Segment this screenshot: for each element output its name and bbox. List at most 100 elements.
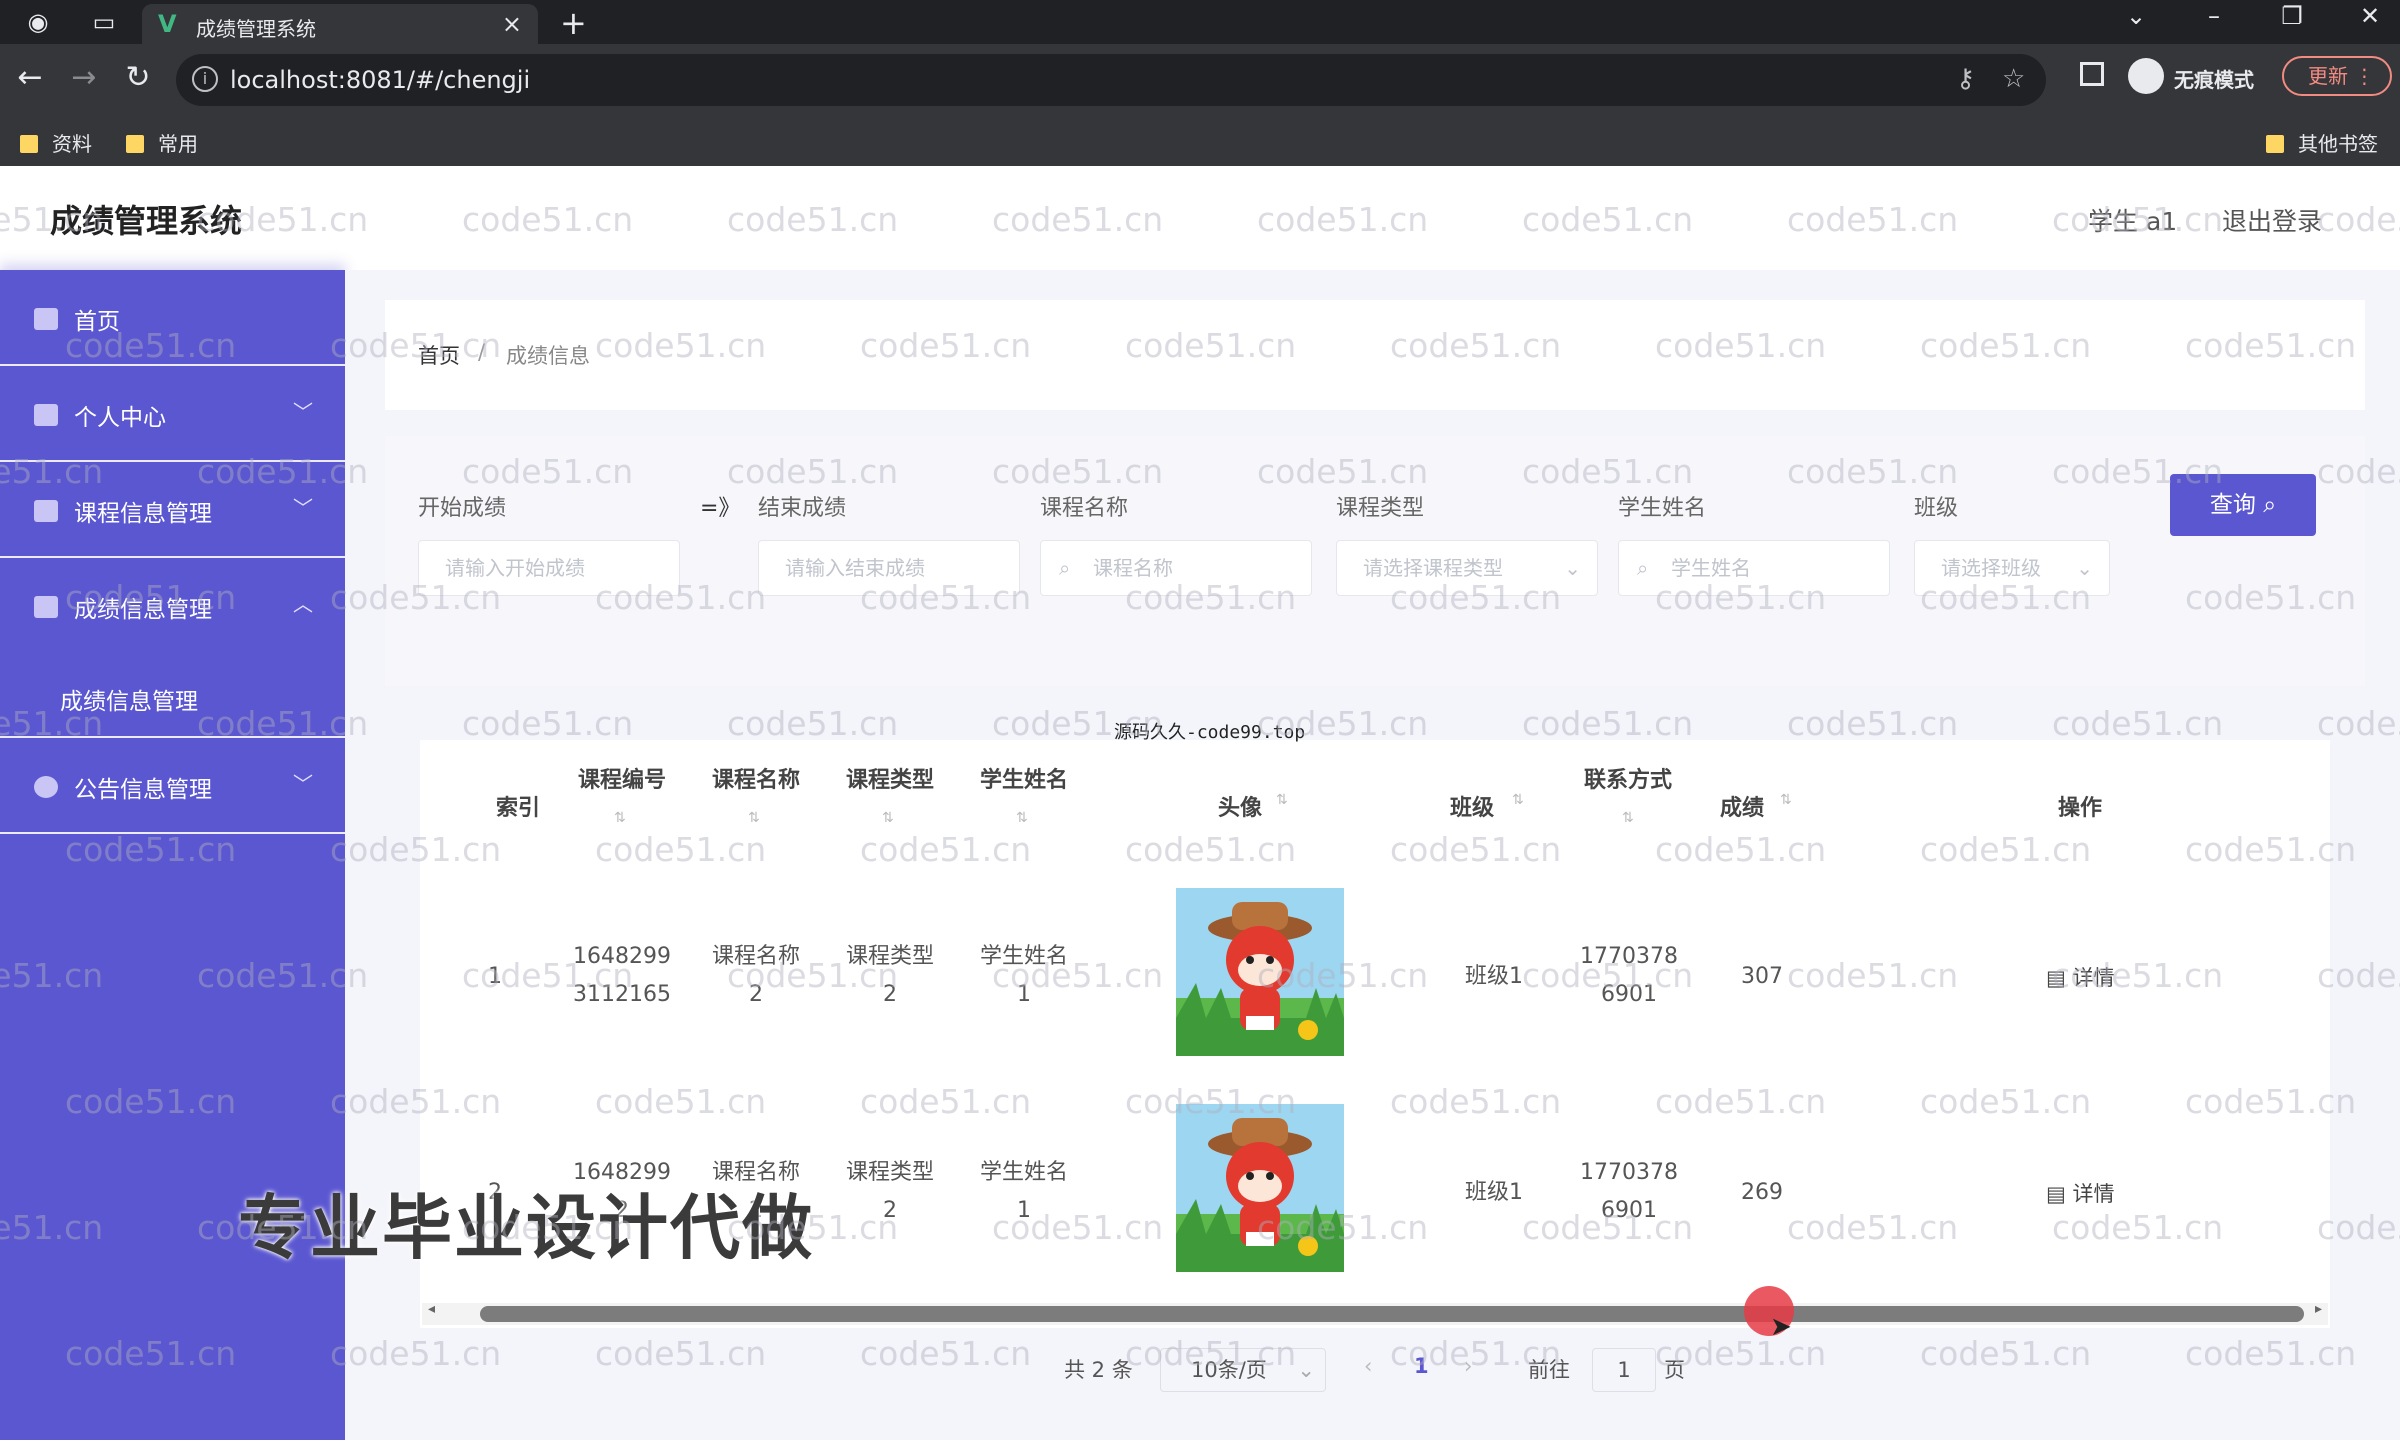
app-title: 成绩管理系统 bbox=[50, 202, 243, 240]
address-bar[interactable]: i localhost:8081/#/chengji ⚷ ☆ bbox=[176, 54, 2046, 106]
sort-icon[interactable]: ⇅ bbox=[1780, 792, 1792, 808]
col-header-avatar[interactable]: 头像 bbox=[1210, 790, 1270, 822]
browser-tab[interactable]: V 成绩管理系统 × bbox=[142, 4, 538, 44]
back-icon[interactable]: ← bbox=[10, 60, 50, 95]
folder-icon bbox=[126, 135, 144, 153]
query-button[interactable]: 查询 ⌕ bbox=[2170, 474, 2316, 536]
current-user: 学生 a1 bbox=[2088, 207, 2178, 236]
update-button[interactable]: 更新 ⋮ bbox=[2282, 56, 2392, 96]
scroll-left-icon[interactable]: ◂ bbox=[428, 1301, 435, 1317]
forward-icon[interactable]: → bbox=[64, 60, 104, 95]
sidebar-item-course[interactable]: 课程信息管理 ﹀ bbox=[0, 462, 345, 558]
chevron-down-icon: ﹀ bbox=[293, 496, 313, 520]
goto-label: 前往 bbox=[1528, 1358, 1570, 1382]
scrollbar-thumb[interactable] bbox=[480, 1306, 2304, 1322]
col-header-index: 索引 bbox=[495, 796, 540, 821]
new-tab-icon[interactable]: + bbox=[560, 4, 587, 42]
incognito-icon bbox=[2128, 58, 2164, 94]
reload-icon[interactable]: ↻ bbox=[118, 60, 158, 95]
home-icon bbox=[34, 308, 58, 330]
restore-icon[interactable]: ❐ bbox=[2272, 2, 2312, 30]
col-header-course-code[interactable]: 课程编号 bbox=[566, 762, 678, 794]
mouse-cursor-icon: ➤ bbox=[1770, 1312, 1792, 1342]
bookmark-folder-2[interactable]: 常用 bbox=[126, 128, 198, 157]
cell-score: 307 bbox=[1741, 964, 1783, 989]
grades-icon bbox=[34, 596, 58, 618]
tab-list-icon[interactable]: ⌄ bbox=[2116, 2, 2156, 30]
page-size-select[interactable]: 10条/页 ⌄ bbox=[1160, 1348, 1326, 1392]
sidebar-item-home[interactable]: 首页 bbox=[0, 270, 345, 366]
detail-button[interactable]: ▤ 详情 bbox=[2046, 962, 2115, 992]
sidebar-item-notice[interactable]: 公告信息管理 ﹀ bbox=[0, 738, 345, 834]
col-header-contact[interactable]: 联系方式 bbox=[1570, 762, 1686, 794]
incognito-label: 无痕模式 bbox=[2174, 68, 2254, 92]
cell-course-type: 课程类型 2 bbox=[845, 1160, 934, 1223]
chevron-down-icon: ⌄ bbox=[2076, 556, 2093, 580]
col-header-score[interactable]: 成绩 bbox=[1712, 790, 1772, 822]
scroll-right-icon[interactable]: ▸ bbox=[2315, 1301, 2322, 1317]
col-header-student-name[interactable]: 学生姓名 bbox=[968, 762, 1080, 794]
page-suffix: 页 bbox=[1664, 1358, 1685, 1382]
pagination-total: 共 2 条 bbox=[1064, 1358, 1133, 1382]
course-name-placeholder: 课程名称 bbox=[1093, 556, 1173, 580]
sort-icon[interactable]: ⇅ bbox=[614, 810, 626, 826]
browser-menu-icon[interactable]: ◉ bbox=[24, 8, 52, 36]
sort-icon[interactable]: ⇅ bbox=[1512, 792, 1524, 808]
side-panel-icon[interactable] bbox=[2080, 62, 2104, 86]
end-score-input[interactable]: 请输入结束成绩 bbox=[758, 540, 1020, 596]
chevron-down-icon: ﹀ bbox=[293, 772, 313, 796]
horizontal-scrollbar[interactable]: ◂ ▸ bbox=[422, 1301, 2328, 1325]
student-name-input[interactable]: ⌕ 学生姓名 bbox=[1618, 540, 1890, 596]
logout-link[interactable]: 退出登录 bbox=[2222, 202, 2322, 238]
password-key-icon[interactable]: ⚷ bbox=[1956, 64, 1975, 94]
sort-icon[interactable]: ⇅ bbox=[882, 810, 894, 826]
site-info-icon[interactable]: i bbox=[192, 66, 218, 92]
minimize-icon[interactable]: – bbox=[2194, 2, 2234, 30]
start-score-input[interactable]: 请输入开始成绩 bbox=[418, 540, 680, 596]
range-arrow: =》 bbox=[700, 496, 741, 521]
close-tab-icon[interactable]: × bbox=[502, 10, 522, 38]
sort-icon[interactable]: ⇅ bbox=[748, 810, 760, 826]
sort-icon[interactable]: ⇅ bbox=[1276, 792, 1288, 808]
goto-page-input[interactable]: 1 bbox=[1592, 1348, 1656, 1392]
search-icon: ⌕ bbox=[1637, 556, 1649, 580]
sort-icon[interactable]: ⇅ bbox=[1016, 810, 1028, 826]
cell-score: 269 bbox=[1741, 1180, 1783, 1205]
course-name-input[interactable]: ⌕ 课程名称 bbox=[1040, 540, 1312, 596]
class-placeholder: 请选择班级 bbox=[1941, 556, 2041, 580]
sort-icon[interactable]: ⇅ bbox=[1622, 810, 1634, 826]
tab-search-icon[interactable]: ▭ bbox=[90, 8, 118, 36]
sidebar-item-label: 首页 bbox=[74, 309, 120, 335]
col-header-actions: 操作 bbox=[2057, 796, 2102, 821]
bookmark-folder-1[interactable]: 资料 bbox=[20, 128, 92, 157]
search-icon: ⌕ bbox=[2263, 492, 2277, 518]
breadcrumb-current: 成绩信息 bbox=[506, 344, 590, 368]
next-page-icon[interactable]: › bbox=[1464, 1354, 1472, 1378]
bookmark-star-icon[interactable]: ☆ bbox=[2002, 64, 2025, 94]
sidebar-item-personal[interactable]: 个人中心 ﹀ bbox=[0, 366, 345, 462]
course-type-select[interactable]: 请选择课程类型 ⌄ bbox=[1336, 540, 1598, 596]
submenu-item-grades[interactable]: 成绩信息管理 bbox=[0, 654, 345, 738]
col-header-course-name[interactable]: 课程名称 bbox=[700, 762, 812, 794]
sidebar-item-grades[interactable]: 成绩信息管理 ︿ bbox=[0, 558, 345, 654]
other-bookmarks[interactable]: 其他书签 bbox=[2266, 128, 2378, 157]
prev-page-icon[interactable]: ‹ bbox=[1364, 1354, 1372, 1378]
cell-class: 班级1 bbox=[1465, 964, 1523, 989]
chevron-up-icon: ︿ bbox=[293, 592, 313, 616]
col-header-course-type[interactable]: 课程类型 bbox=[834, 762, 946, 794]
page-number-current[interactable]: 1 bbox=[1414, 1354, 1429, 1378]
cell-student-name: 学生姓名 1 bbox=[979, 944, 1068, 1007]
bookmarks-bar: 资料 常用 其他书签 bbox=[0, 116, 2400, 166]
col-header-class[interactable]: 班级 bbox=[1442, 790, 1502, 822]
chevron-down-icon: ⌄ bbox=[1564, 556, 1581, 580]
close-window-icon[interactable]: ✕ bbox=[2350, 2, 2390, 30]
class-select[interactable]: 请选择班级 ⌄ bbox=[1914, 540, 2110, 596]
breadcrumb-home[interactable]: 首页 bbox=[418, 340, 460, 370]
sidebar-item-label: 课程信息管理 bbox=[74, 501, 212, 527]
user-icon bbox=[34, 404, 58, 426]
avatar bbox=[1176, 1104, 1344, 1272]
promo-overlay: 专业毕业设计代做 bbox=[238, 1187, 814, 1269]
detail-button[interactable]: ▤ 详情 bbox=[2046, 1178, 2115, 1208]
student-name-label: 学生姓名 bbox=[1618, 496, 1707, 521]
sidebar-item-label: 成绩信息管理 bbox=[74, 597, 212, 623]
